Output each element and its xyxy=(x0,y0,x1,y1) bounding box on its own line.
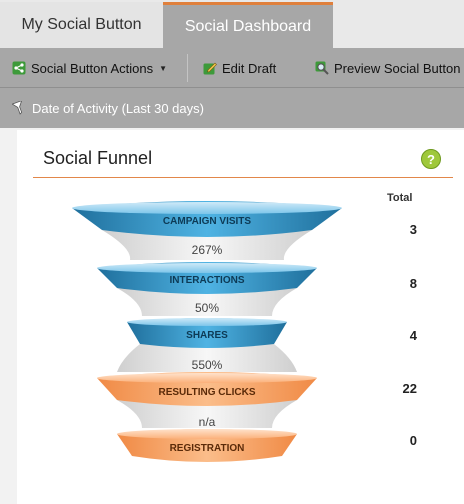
social-button-actions-label: Social Button Actions xyxy=(31,60,154,76)
funnel-stage-label: CAMPAIGN VISITS xyxy=(163,216,251,227)
edit-icon xyxy=(203,62,217,75)
stage-total: 4 xyxy=(409,328,417,343)
panel-divider xyxy=(33,177,453,178)
funnel-stage-shares[interactable]: SHARES xyxy=(127,318,287,348)
chevron-down-icon: ▼ xyxy=(159,63,168,73)
toolbar: Social Button Actions ▼ Edit Draft Previ… xyxy=(0,48,464,88)
preview-social-button-label: Preview Social Button xyxy=(334,60,461,76)
funnel-stage-resulting-clicks[interactable]: RESULTING CLICKS xyxy=(97,372,317,406)
funnel-stage-label: REGISTRATION xyxy=(170,443,245,454)
funnel-stage-registration[interactable]: REGISTRATION xyxy=(117,429,297,462)
tab-social-dashboard[interactable]: Social Dashboard xyxy=(163,2,333,48)
edit-draft-button[interactable]: Edit Draft xyxy=(203,48,276,88)
filter-icon xyxy=(12,101,23,115)
help-icon[interactable]: ? xyxy=(421,149,441,169)
stage-total: 3 xyxy=(409,222,417,237)
social-button-actions-menu[interactable]: Social Button Actions ▼ xyxy=(12,48,167,88)
stage-total: 0 xyxy=(409,433,417,448)
social-funnel-panel: Social Funnel ? Total 3 8 4 22 0 CAMPAIG… xyxy=(17,130,464,504)
magnifier-icon xyxy=(315,61,329,75)
social-funnel: CAMPAIGN VISITS 267% INTERACTIONS 50% SH… xyxy=(72,201,342,462)
conversion-rate: 267% xyxy=(192,243,223,257)
share-icon xyxy=(12,61,26,75)
preview-social-button[interactable]: Preview Social Button xyxy=(315,48,460,88)
date-filter-label: Date of Activity (Last 30 days) xyxy=(32,100,204,116)
tab-my-social-button[interactable]: My Social Button xyxy=(0,2,163,48)
stage-total: 8 xyxy=(409,276,417,291)
conversion-rate: 50% xyxy=(195,301,219,315)
funnel-stage-label: RESULTING CLICKS xyxy=(158,387,255,398)
conversion-rate: n/a xyxy=(199,415,216,429)
toolbar-divider xyxy=(187,54,188,82)
conversion-rate: 550% xyxy=(192,358,223,372)
edit-draft-label: Edit Draft xyxy=(222,60,277,76)
funnel-stage-interactions[interactable]: INTERACTIONS xyxy=(97,262,317,294)
total-column-header: Total xyxy=(387,192,413,204)
panel-title: Social Funnel xyxy=(43,148,153,168)
funnel-stage-label: SHARES xyxy=(186,330,228,341)
tab-bar: My Social Button Social Dashboard xyxy=(0,0,464,48)
date-filter[interactable]: Date of Activity (Last 30 days) xyxy=(12,88,204,128)
funnel-stage-label: INTERACTIONS xyxy=(170,275,245,286)
stage-total: 22 xyxy=(402,381,417,396)
filter-bar: Date of Activity (Last 30 days) xyxy=(0,88,464,128)
